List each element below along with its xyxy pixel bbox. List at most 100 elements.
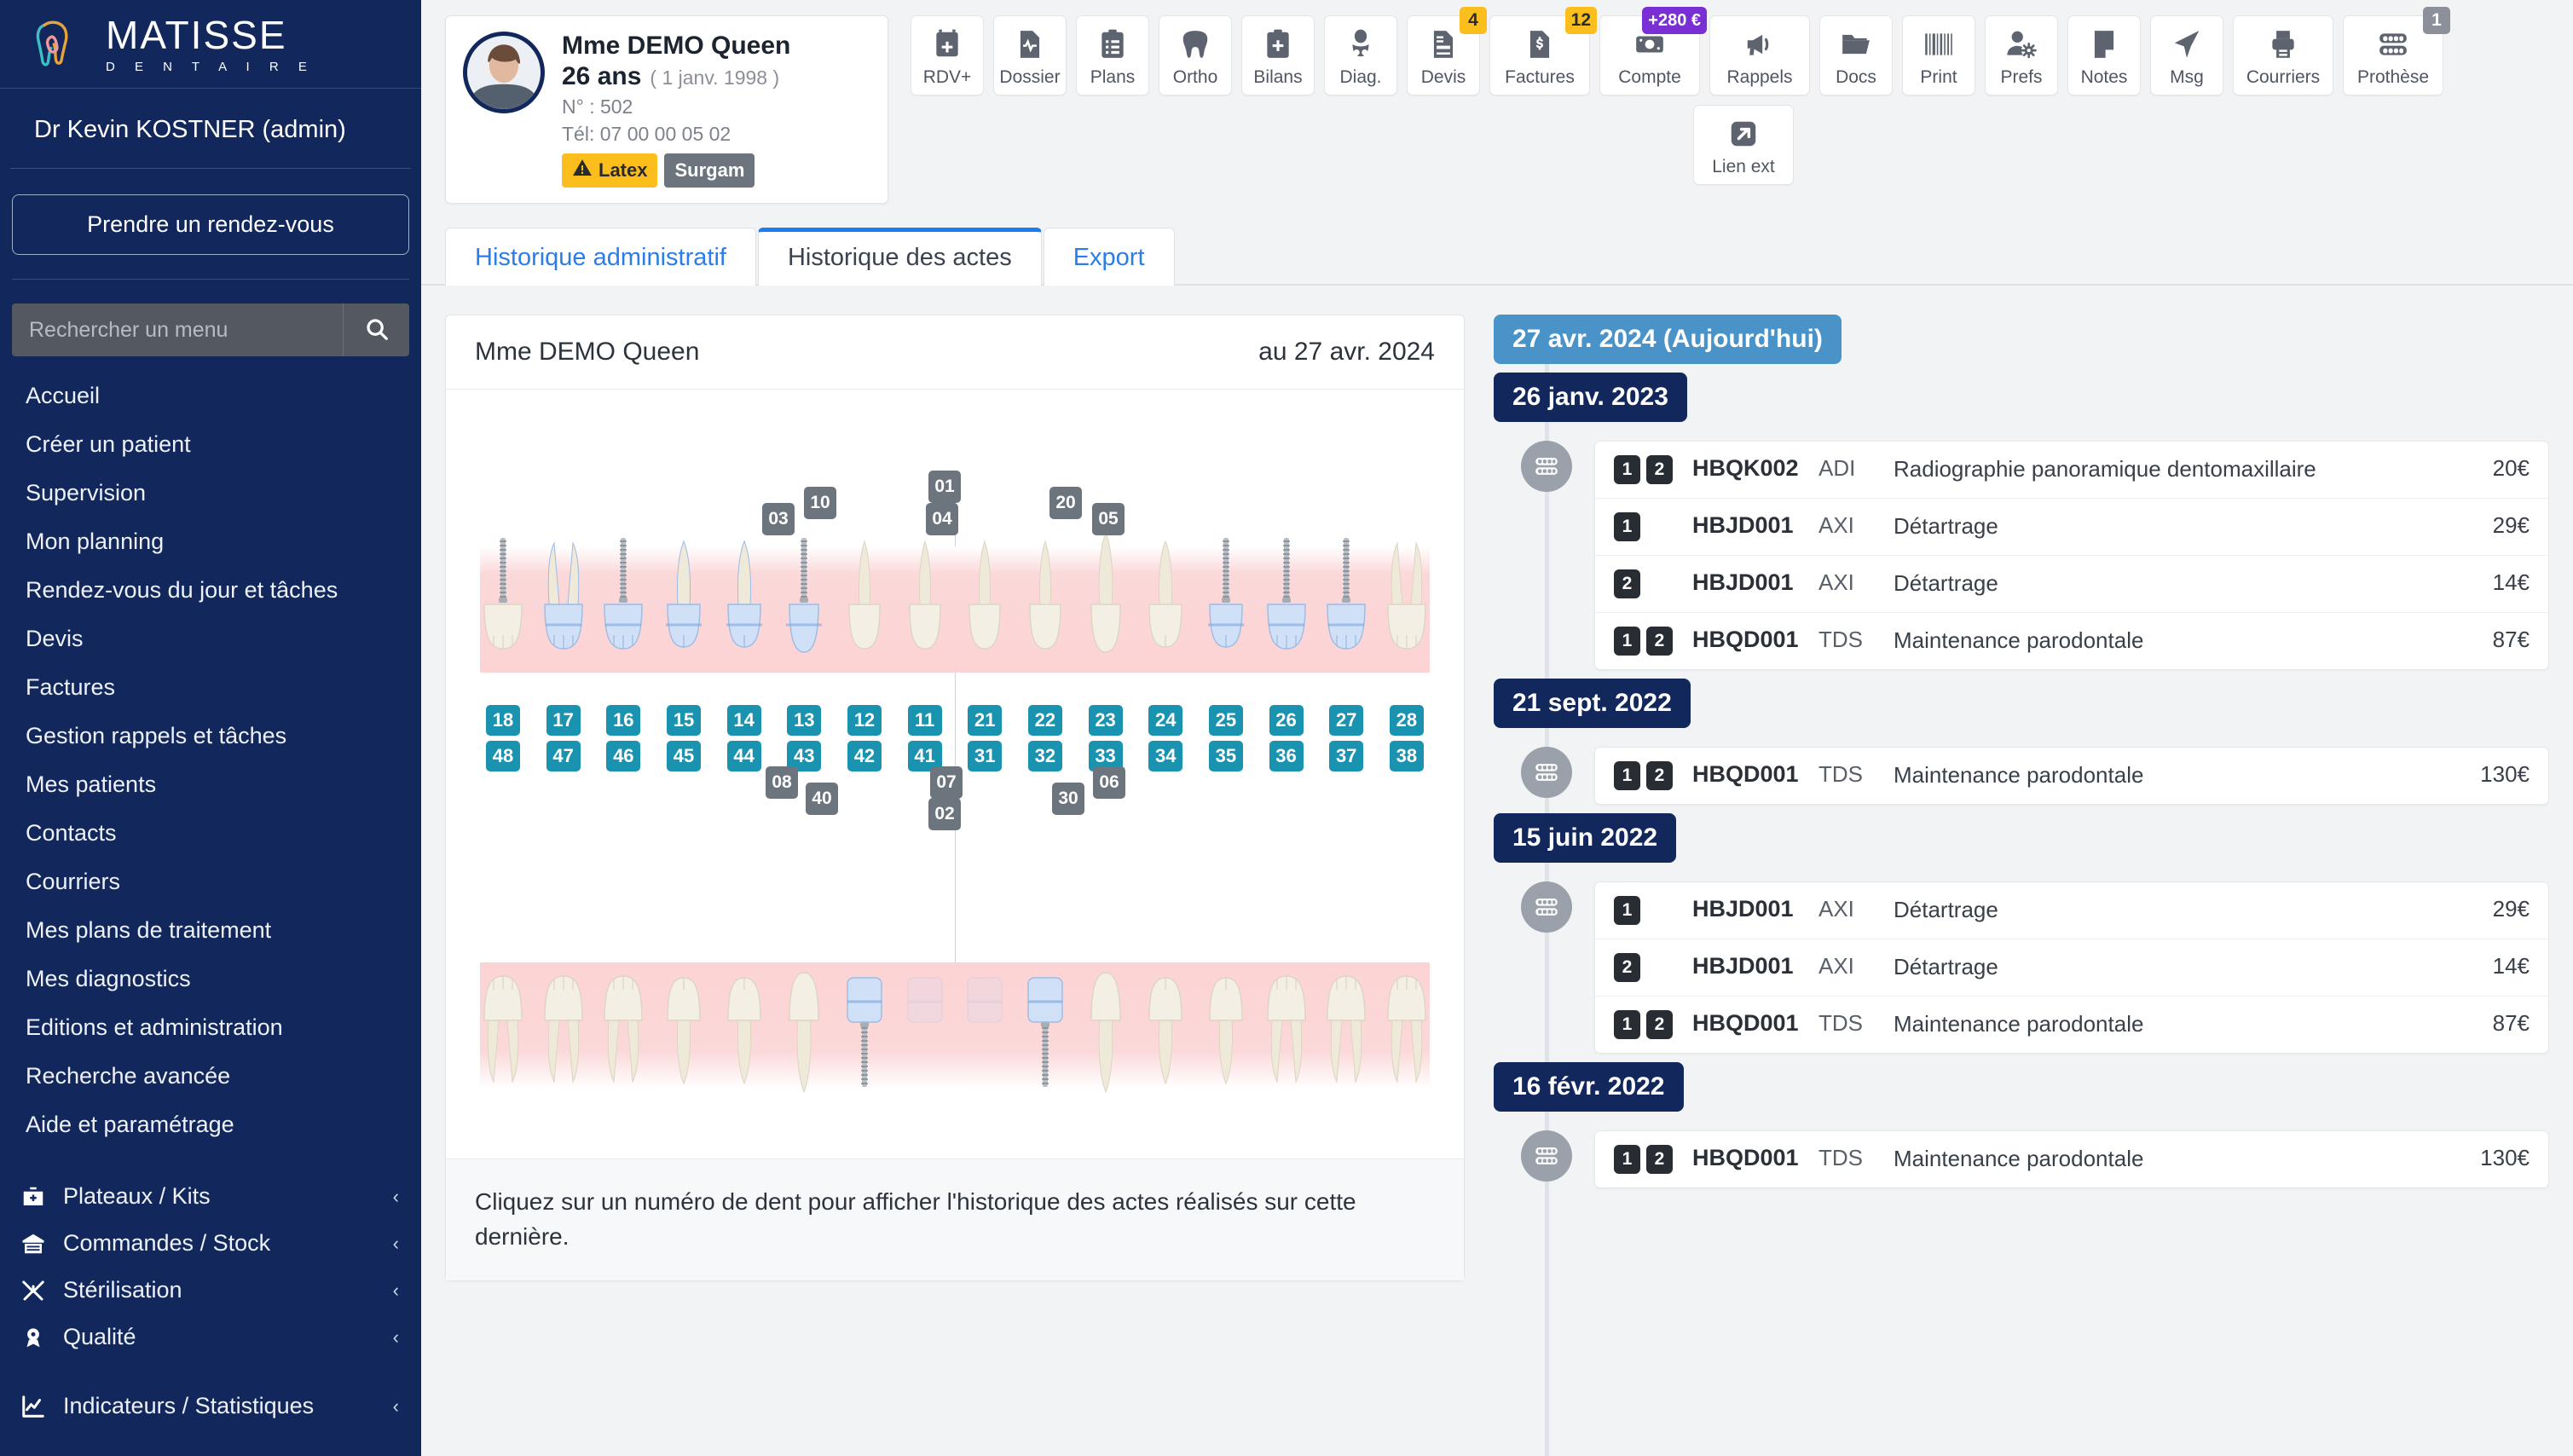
toolbar-button-devis[interactable]: 4 Devis <box>1407 15 1480 95</box>
timeline-date-badge[interactable]: 27 avr. 2024 (Aujourd'hui) <box>1494 315 1842 364</box>
quadrant-badge-08[interactable]: 08 <box>766 766 798 799</box>
toolbar-button-prothese[interactable]: 1 Prothèse <box>2343 15 2443 95</box>
quadrant-badge-30[interactable]: 30 <box>1052 783 1084 815</box>
tooth-45[interactable] <box>657 940 710 1106</box>
tooth-11[interactable] <box>899 523 951 689</box>
tooth-number-45[interactable]: 45 <box>667 741 701 771</box>
toolbar-button-rdv-plus[interactable]: RDV+ <box>911 15 984 95</box>
tooth-number-14[interactable]: 14 <box>727 705 761 736</box>
toolbar-button-ortho[interactable]: Ortho <box>1159 15 1232 95</box>
take-appointment-button[interactable]: Prendre un rendez-vous <box>12 194 409 255</box>
sidebar-group-sterilisation[interactable]: Stérilisation ‹ <box>0 1267 421 1314</box>
quadrant-badge-10[interactable]: 10 <box>804 487 836 519</box>
tooth-number-17[interactable]: 17 <box>546 705 581 736</box>
tooth-number-27[interactable]: 27 <box>1329 705 1363 736</box>
sidebar-item-creer-patient[interactable]: Créer un patient <box>0 420 421 469</box>
tooth-number-36[interactable]: 36 <box>1269 741 1304 771</box>
tooth-16[interactable] <box>597 523 650 689</box>
sidebar-item-courriers[interactable]: Courriers <box>0 858 421 906</box>
sidebar-item-mes-diagnostics[interactable]: Mes diagnostics <box>0 955 421 1003</box>
tab-historique-administratif[interactable]: Historique administratif <box>445 228 756 286</box>
patient-card[interactable]: Mme DEMO Queen 26 ans ( 1 janv. 1998 ) N… <box>445 15 888 204</box>
tooth-26[interactable] <box>1260 523 1313 689</box>
tooth-number-25[interactable]: 25 <box>1209 705 1243 736</box>
tooth-17[interactable] <box>537 523 590 689</box>
tooth-number-16[interactable]: 16 <box>606 705 640 736</box>
tooth-28[interactable] <box>1380 523 1433 689</box>
status-badge-surgam[interactable]: Surgam <box>664 153 755 188</box>
tooth-41[interactable] <box>899 940 951 1106</box>
tooth-number-11[interactable]: 11 <box>908 705 942 736</box>
toolbar-button-diag[interactable]: Diag. <box>1324 15 1397 95</box>
tooth-27[interactable] <box>1320 523 1373 689</box>
toolbar-button-bilans[interactable]: Bilans <box>1241 15 1315 95</box>
tooth-number-13[interactable]: 13 <box>787 705 821 736</box>
tooth-number-38[interactable]: 38 <box>1390 741 1424 771</box>
tooth-number-26[interactable]: 26 <box>1269 705 1304 736</box>
tooth-number-28[interactable]: 28 <box>1390 705 1424 736</box>
quadrant-badge-04[interactable]: 04 <box>926 503 958 535</box>
tooth-number-42[interactable]: 42 <box>847 741 882 771</box>
tooth-13[interactable] <box>778 523 830 689</box>
toolbar-button-courriers[interactable]: Courriers <box>2233 15 2333 95</box>
sidebar-item-supervision[interactable]: Supervision <box>0 469 421 517</box>
tooth-14[interactable] <box>718 523 771 689</box>
search-input[interactable] <box>12 303 343 356</box>
quadrant-badge-05[interactable]: 05 <box>1092 503 1125 535</box>
tooth-25[interactable] <box>1200 523 1252 689</box>
tooth-36[interactable] <box>1260 940 1313 1106</box>
tooth-number-44[interactable]: 44 <box>727 741 761 771</box>
toolbar-button-plans[interactable]: Plans <box>1076 15 1149 95</box>
table-row[interactable]: 1HBJD001AXIDétartrage29€ <box>1595 498 2548 555</box>
table-row[interactable]: 2HBJD001AXIDétartrage14€ <box>1595 939 2548 996</box>
toolbar-button-docs[interactable]: Docs <box>1819 15 1893 95</box>
quadrant-badge-06[interactable]: 06 <box>1093 766 1125 799</box>
sidebar-item-rdv-jour[interactable]: Rendez-vous du jour et tâches <box>0 566 421 615</box>
quadrant-badge-40[interactable]: 40 <box>806 783 838 815</box>
quadrant-badge-01[interactable]: 01 <box>928 471 961 503</box>
tooth-number-35[interactable]: 35 <box>1209 741 1243 771</box>
tooth-number-48[interactable]: 48 <box>486 741 520 771</box>
sidebar-item-factures[interactable]: Factures <box>0 663 421 712</box>
sidebar-item-mes-patients[interactable]: Mes patients <box>0 760 421 809</box>
table-row[interactable]: 12HBQD001TDSMaintenance parodontale87€ <box>1595 612 2548 669</box>
table-row[interactable]: 1HBJD001AXIDétartrage29€ <box>1595 882 2548 939</box>
table-row[interactable]: 12HBQK002ADIRadiographie panoramique den… <box>1595 442 2548 498</box>
timeline-date-badge[interactable]: 21 sept. 2022 <box>1494 679 1691 728</box>
tooth-37[interactable] <box>1320 940 1373 1106</box>
table-row[interactable]: 12HBQD001TDSMaintenance parodontale87€ <box>1595 996 2548 1053</box>
tooth-47[interactable] <box>537 940 590 1106</box>
tooth-number-12[interactable]: 12 <box>847 705 882 736</box>
tooth-34[interactable] <box>1139 940 1192 1106</box>
tooth-15[interactable] <box>657 523 710 689</box>
toolbar-button-rappels[interactable]: Rappels <box>1709 15 1810 95</box>
tooth-number-22[interactable]: 22 <box>1028 705 1062 736</box>
sidebar-group-commandes-stock[interactable]: Commandes / Stock ‹ <box>0 1220 421 1267</box>
tooth-48[interactable] <box>477 940 529 1106</box>
sidebar-item-devis[interactable]: Devis <box>0 615 421 663</box>
tooth-33[interactable] <box>1079 940 1132 1106</box>
tooth-number-15[interactable]: 15 <box>667 705 701 736</box>
toolbar-button-notes[interactable]: Notes <box>2067 15 2141 95</box>
sidebar-item-editions-admin[interactable]: Editions et administration <box>0 1003 421 1052</box>
tooth-number-24[interactable]: 24 <box>1148 705 1182 736</box>
tooth-number-31[interactable]: 31 <box>968 741 1002 771</box>
timeline-date-badge[interactable]: 16 févr. 2022 <box>1494 1062 1684 1112</box>
toolbar-button-prefs[interactable]: Prefs <box>1985 15 2058 95</box>
tooth-number-32[interactable]: 32 <box>1028 741 1062 771</box>
sidebar-group-indicateurs-statistiques[interactable]: Indicateurs / Statistiques ‹ <box>0 1383 421 1430</box>
sidebar-group-plateaux-kits[interactable]: Plateaux / Kits ‹ <box>0 1173 421 1220</box>
tooth-44[interactable] <box>718 940 771 1106</box>
tooth-42[interactable] <box>838 940 891 1106</box>
tooth-22[interactable] <box>1019 523 1072 689</box>
toolbar-button-lien-ext[interactable]: Lien ext <box>1693 105 1794 185</box>
toolbar-button-compte[interactable]: +280 € Compte <box>1599 15 1700 95</box>
sidebar-item-mon-planning[interactable]: Mon planning <box>0 517 421 566</box>
toolbar-button-msg[interactable]: Msg <box>2150 15 2223 95</box>
tab-historique-des-actes[interactable]: Historique des actes <box>758 228 1042 286</box>
toolbar-button-print[interactable]: Print <box>1902 15 1975 95</box>
status-badge-latex[interactable]: Latex <box>562 153 657 188</box>
tooth-number-18[interactable]: 18 <box>486 705 520 736</box>
quadrant-badge-02[interactable]: 02 <box>928 798 961 830</box>
tooth-18[interactable] <box>477 523 529 689</box>
